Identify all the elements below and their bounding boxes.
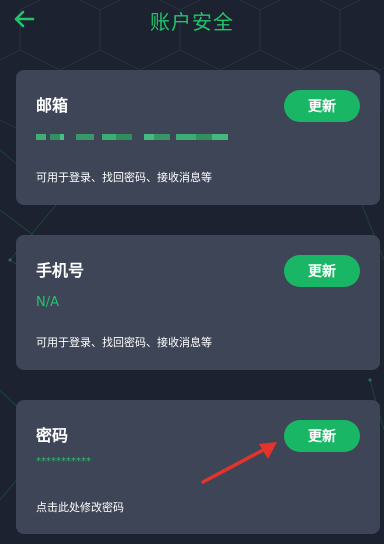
phone-description: 可用于登录、找回密码、接收消息等 <box>36 336 212 349</box>
phone-card: 手机号 更新 N/A 可用于登录、找回密码、接收消息等 <box>16 235 380 370</box>
email-value-masked <box>36 134 228 140</box>
header: 账户安全 <box>0 0 384 40</box>
update-password-button[interactable]: 更新 <box>284 420 360 452</box>
password-description[interactable]: 点击此处修改密码 <box>36 499 124 515</box>
phone-value: N/A <box>36 295 59 310</box>
email-description: 可用于登录、找回密码、接收消息等 <box>36 171 212 184</box>
password-value: *********** <box>36 456 91 467</box>
email-card: 邮箱 更新 可用于登录、找回密码、接收消息等 <box>16 70 380 205</box>
page-title: 账户安全 <box>150 10 234 34</box>
update-email-button[interactable]: 更新 <box>284 90 360 122</box>
email-title: 邮箱 <box>36 96 69 115</box>
password-title: 密码 <box>36 426 69 445</box>
annotation-arrow-icon <box>201 442 277 484</box>
update-phone-button[interactable]: 更新 <box>284 255 360 287</box>
phone-title: 手机号 <box>36 261 85 280</box>
